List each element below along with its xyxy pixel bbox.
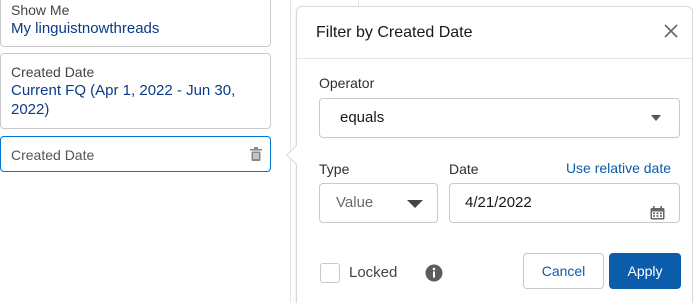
filter-label: Show Me <box>11 2 70 18</box>
filter-value: Current FQ (Apr 1, 2022 - Jun 30, 2022) <box>11 82 236 118</box>
operator-value: equals <box>340 109 385 126</box>
trash-icon[interactable] <box>250 147 262 161</box>
info-icon[interactable] <box>425 264 443 282</box>
type-label: Type <box>319 161 350 177</box>
apply-button[interactable]: Apply <box>609 253 681 289</box>
chevron-down-icon <box>651 115 661 121</box>
operator-label: Operator <box>319 75 375 91</box>
filter-card-show-me[interactable]: Show Me My linguistnowthreads <box>0 0 271 47</box>
use-relative-date-link[interactable]: Use relative date <box>566 160 671 176</box>
filter-card-new-created-date[interactable]: Created Date <box>0 136 271 172</box>
popover-header: Filter by Created Date <box>297 7 692 59</box>
operator-select[interactable]: equals <box>319 98 680 138</box>
type-value: Value <box>336 194 374 211</box>
filter-card-created-date[interactable]: Created Date Current FQ (Apr 1, 2022 - J… <box>0 53 271 129</box>
filter-panel: Show Me My linguistnowthreads Created Da… <box>0 0 278 303</box>
cancel-button[interactable]: Cancel <box>523 253 604 289</box>
filter-label: Created Date <box>11 147 95 163</box>
date-label: Date <box>449 161 479 177</box>
filter-label: Created Date <box>11 64 95 80</box>
locked-checkbox[interactable] <box>320 263 340 283</box>
calendar-icon[interactable] <box>650 197 665 220</box>
filter-value: My linguistnowthreads <box>11 20 160 37</box>
chevron-down-icon <box>407 200 423 208</box>
date-input[interactable]: 4/21/2022 <box>449 183 680 223</box>
locked-label: Locked <box>349 264 398 281</box>
date-value: 4/21/2022 <box>465 194 532 211</box>
type-select[interactable]: Value <box>319 183 438 223</box>
popover-title: Filter by Created Date <box>316 24 473 41</box>
filter-popover: Filter by Created Date Operator equals T… <box>286 6 693 303</box>
close-icon[interactable] <box>662 22 680 40</box>
